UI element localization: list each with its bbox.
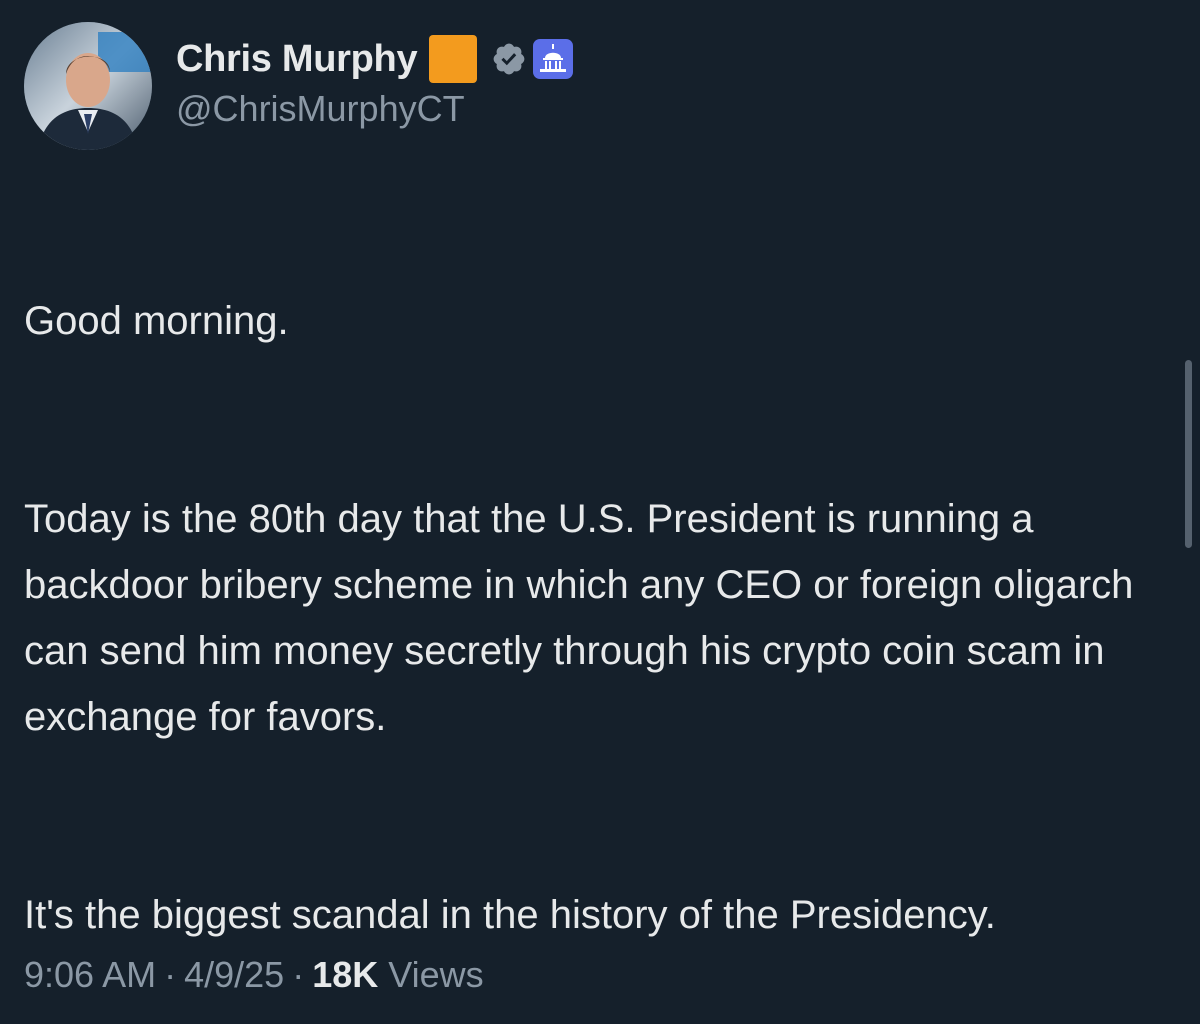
tweet-paragraph: It's the biggest scandal in the history …	[24, 893, 996, 937]
author-handle[interactable]: @ChrisMurphyCT	[176, 88, 465, 130]
author-name-row: Chris Murphy	[176, 34, 574, 84]
views-count: 18K	[312, 954, 379, 995]
views-label: Views	[388, 954, 484, 995]
verified-icon[interactable]	[491, 41, 527, 77]
author-display-name[interactable]: Chris Murphy	[176, 38, 418, 81]
meta-separator: ·	[164, 954, 177, 995]
tweet-text: Good morning. Today is the 80th day that…	[24, 222, 1164, 1014]
tweet: Chris Murphy @ChrisMurphyCT Good morning…	[0, 0, 1200, 1024]
tweet-time[interactable]: 9:06 AM	[24, 954, 156, 996]
tweet-paragraph: Good morning.	[24, 299, 289, 343]
meta-separator: ·	[292, 954, 305, 995]
tweet-paragraph: Today is the 80th day that the U.S. Pres…	[24, 497, 1134, 739]
capitol-icon[interactable]	[533, 39, 574, 79]
avatar[interactable]	[24, 22, 152, 150]
orange-square-icon	[429, 35, 478, 83]
tweet-date[interactable]: 4/9/25	[184, 954, 284, 996]
profile-photo-icon	[24, 22, 152, 150]
tweet-meta: 9:06 AM · 4/9/25 · 18K Views	[24, 954, 484, 996]
scrollbar[interactable]	[1185, 360, 1192, 548]
